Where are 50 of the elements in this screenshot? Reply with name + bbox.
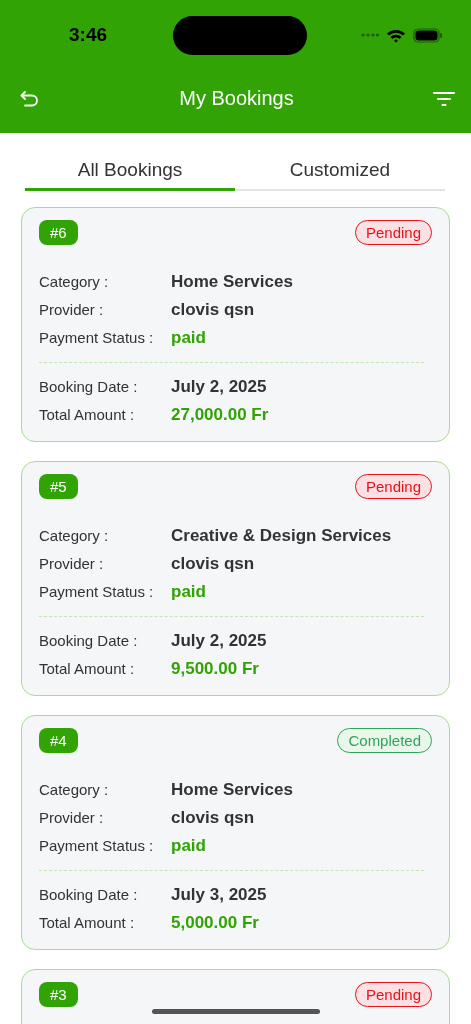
field-value: Home Services bbox=[171, 272, 294, 292]
booking-number: #6 bbox=[39, 220, 78, 245]
status-badge: Pending bbox=[354, 220, 432, 245]
field-value: July 3, 2025 bbox=[171, 885, 268, 905]
field-value: 27,000.00 Fr bbox=[171, 405, 270, 425]
field-value: clovis qsn bbox=[171, 808, 256, 828]
tab[interactable]: All Bookings bbox=[25, 155, 235, 191]
booking-number: #5 bbox=[39, 474, 78, 499]
status-time: 3:46 bbox=[69, 24, 109, 46]
field-label: Provider : bbox=[39, 555, 105, 572]
screen-title: My Bookings bbox=[179, 87, 294, 110]
field-value: July 2, 2025 bbox=[171, 631, 268, 651]
filter-button[interactable] bbox=[431, 89, 457, 108]
field-label: Total Amount : bbox=[39, 660, 136, 677]
field-value: paid bbox=[171, 582, 207, 602]
field-label: Provider : bbox=[39, 301, 105, 318]
field-label: Total Amount : bbox=[39, 406, 136, 423]
booking-card[interactable]: #6 Pending Category : Home Services Provider : clovis qsn Payment Status : paid Booking Date : July 2, 2025 Total Amount : 27,000.00 Fr bbox=[21, 207, 450, 442]
battery-icon bbox=[413, 27, 443, 43]
field-label: Category : bbox=[39, 273, 110, 290]
field-value: 5,000.00 Fr bbox=[171, 913, 260, 933]
booking-number: #3 bbox=[39, 982, 78, 1007]
field-label: Booking Date : bbox=[39, 378, 139, 395]
field-label: Category : bbox=[39, 781, 110, 798]
tab[interactable]: Customized bbox=[235, 155, 445, 191]
field-value: Creative & Design Services bbox=[171, 526, 393, 546]
booking-card[interactable]: #4 Completed Category : Home Services Provider : clovis qsn Payment Status : paid Booking Date : July 3, 2025 Total Amount : 5,000.00 Fr bbox=[21, 715, 450, 950]
wifi-icon bbox=[386, 27, 406, 43]
field-label: Total Amount : bbox=[39, 914, 136, 931]
booking-card[interactable]: #3 Pending bbox=[21, 969, 450, 1024]
field-label: Category : bbox=[39, 527, 110, 544]
field-label: Payment Status : bbox=[39, 583, 155, 600]
field-value: 9,500.00 Fr bbox=[171, 659, 260, 679]
field-value: clovis qsn bbox=[171, 300, 256, 320]
status-badge: Pending bbox=[354, 474, 432, 499]
field-label: Booking Date : bbox=[39, 632, 139, 649]
field-label: Booking Date : bbox=[39, 886, 139, 903]
field-value: clovis qsn bbox=[171, 554, 256, 574]
status-badge: Pending bbox=[354, 982, 432, 1007]
field-value: Home Services bbox=[171, 780, 294, 800]
booking-card[interactable]: #5 Pending Category : Creative & Design Services Provider : clovis qsn Payment Status : paid Booking Date : July 2, 2025 Total Amount : 9,500.00 Fr bbox=[21, 461, 450, 696]
field-label: Provider : bbox=[39, 809, 105, 826]
field-label: Payment Status : bbox=[39, 837, 155, 854]
status-badge: Completed bbox=[337, 728, 432, 753]
field-value: paid bbox=[171, 836, 207, 856]
field-value: July 2, 2025 bbox=[171, 377, 268, 397]
booking-number: #4 bbox=[39, 728, 78, 753]
field-label: Payment Status : bbox=[39, 329, 155, 346]
signal-icon bbox=[361, 33, 379, 37]
field-value: paid bbox=[171, 328, 207, 348]
